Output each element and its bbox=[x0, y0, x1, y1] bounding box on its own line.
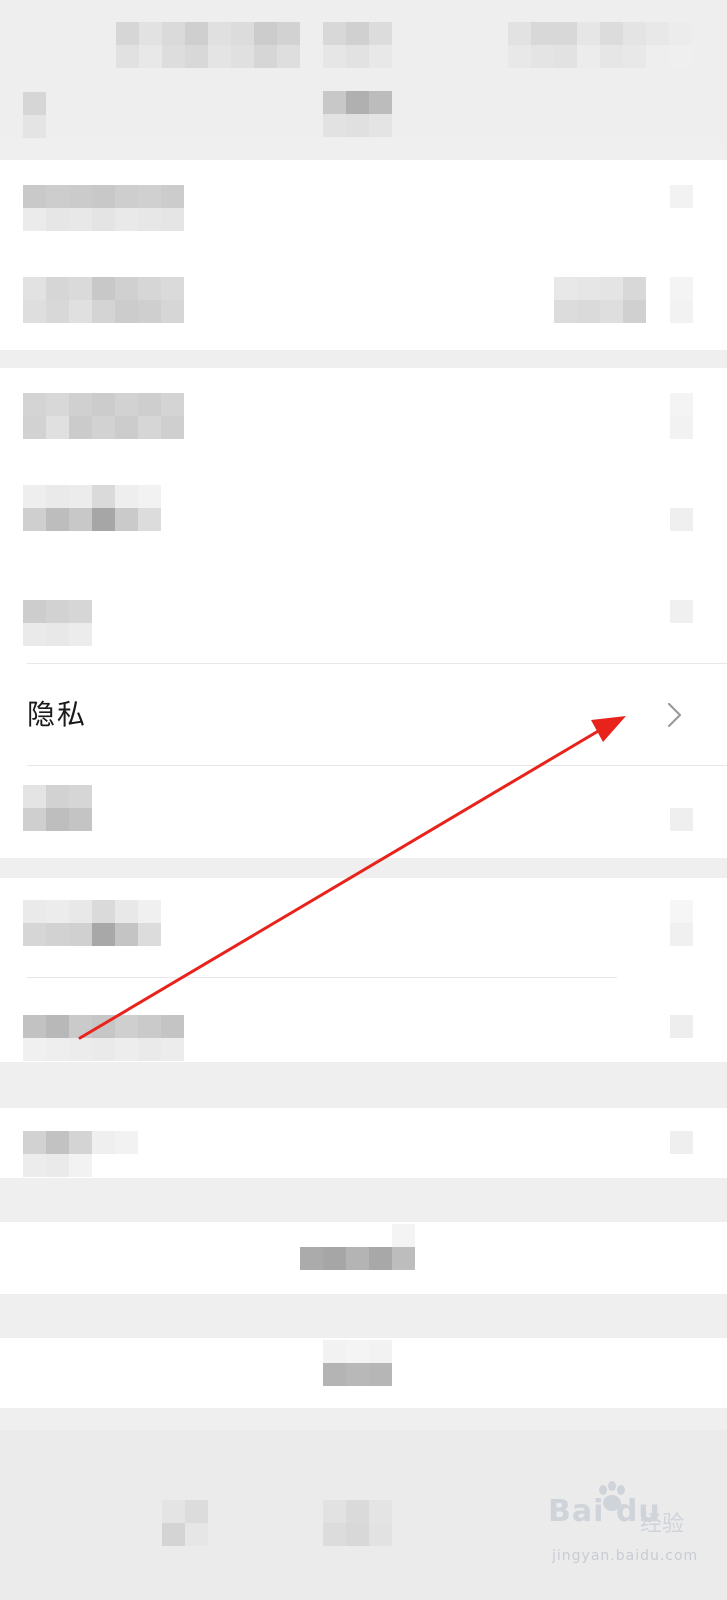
setting-row-2-label[interactable] bbox=[23, 277, 184, 323]
baidu-jingyan-watermark: Bai du 经验 jingyan.baidu.com bbox=[548, 1481, 718, 1582]
header-left-blur bbox=[23, 92, 46, 138]
setting-row-8-label[interactable] bbox=[23, 900, 161, 946]
separator bbox=[27, 663, 727, 664]
setting-row-3-chevron bbox=[670, 393, 693, 439]
header-title-blur bbox=[116, 22, 300, 68]
action-button-2-label bbox=[323, 1340, 392, 1386]
setting-row-2-chevron bbox=[670, 277, 693, 323]
separator bbox=[27, 977, 617, 978]
setting-row-3-label[interactable] bbox=[23, 393, 184, 439]
header-right-blur bbox=[508, 22, 692, 68]
setting-row-1-label[interactable] bbox=[23, 185, 184, 231]
setting-row-4-label[interactable] bbox=[23, 485, 161, 531]
setting-row-2-value bbox=[554, 277, 646, 323]
setting-row-10-chevron bbox=[670, 1131, 693, 1154]
header-center-blur bbox=[323, 22, 392, 137]
setting-row-9-label[interactable] bbox=[23, 1015, 184, 1061]
watermark-cn-text: 经验 bbox=[640, 1512, 685, 1537]
watermark-url-text: jingyan.baidu.com bbox=[552, 1548, 699, 1564]
settings-item-privacy[interactable]: 隐私 bbox=[0, 665, 727, 765]
nav-item-2-icon[interactable] bbox=[323, 1500, 392, 1546]
top-header bbox=[0, 0, 727, 138]
setting-row-7-label[interactable] bbox=[23, 785, 92, 831]
separator bbox=[27, 765, 727, 766]
setting-row-5-chevron bbox=[670, 600, 693, 623]
setting-row-8-chevron bbox=[670, 900, 693, 946]
action-button-1-label bbox=[300, 1224, 415, 1270]
settings-group-2 bbox=[0, 368, 727, 858]
privacy-label: 隐私 bbox=[27, 698, 88, 731]
setting-row-10-label[interactable] bbox=[23, 1131, 138, 1177]
setting-row-9-chevron bbox=[670, 1015, 693, 1038]
setting-row-1-chevron bbox=[670, 185, 693, 208]
setting-row-4-chevron bbox=[670, 508, 693, 531]
chevron-right-icon bbox=[667, 702, 682, 728]
setting-row-5-label[interactable] bbox=[23, 600, 92, 646]
setting-row-7-chevron bbox=[670, 808, 693, 831]
nav-item-1-icon[interactable] bbox=[162, 1500, 208, 1546]
